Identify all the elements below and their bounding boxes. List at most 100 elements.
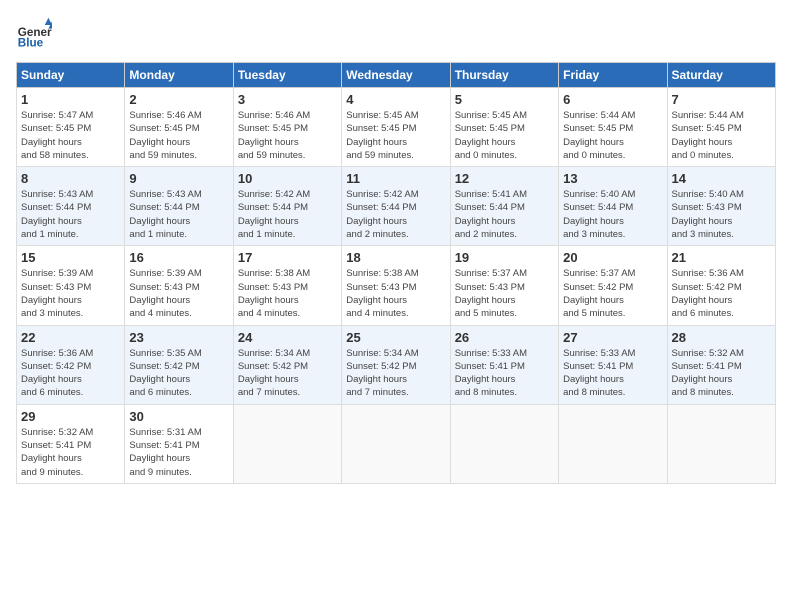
day-info: Sunrise: 5:37 AMSunset: 5:43 PMDaylight … [455, 267, 554, 320]
header-saturday: Saturday [667, 63, 775, 88]
calendar-week-row: 29 Sunrise: 5:32 AMSunset: 5:41 PMDayligh… [17, 404, 776, 483]
day-number: 27 [563, 330, 662, 345]
calendar-day-cell: 21 Sunrise: 5:36 AMSunset: 5:42 PMDayligh… [667, 246, 775, 325]
calendar-day-cell: 13 Sunrise: 5:40 AMSunset: 5:44 PMDayligh… [559, 167, 667, 246]
calendar-day-cell: 12 Sunrise: 5:41 AMSunset: 5:44 PMDayligh… [450, 167, 558, 246]
calendar-day-cell: 8 Sunrise: 5:43 AMSunset: 5:44 PMDaylight… [17, 167, 125, 246]
header-thursday: Thursday [450, 63, 558, 88]
calendar-day-cell: 23 Sunrise: 5:35 AMSunset: 5:42 PMDayligh… [125, 325, 233, 404]
calendar-day-cell: 19Sunrise: 5:37 AMSunset: 5:43 PMDayligh… [450, 246, 558, 325]
calendar-day-cell: 9 Sunrise: 5:43 AMSunset: 5:44 PMDaylight… [125, 167, 233, 246]
day-info: Sunrise: 5:44 AMSunset: 5:45 PMDaylight … [672, 109, 771, 162]
day-number: 25 [346, 330, 445, 345]
calendar-day-cell: 6Sunrise: 5:44 AMSunset: 5:45 PMDaylight… [559, 88, 667, 167]
calendar-day-cell: 26 Sunrise: 5:33 AMSunset: 5:41 PMDayligh… [450, 325, 558, 404]
day-info: Sunrise: 5:46 AMSunset: 5:45 PMDaylight … [238, 109, 337, 162]
day-number: 9 [129, 171, 228, 186]
day-info: Sunrise: 5:32 AMSunset: 5:41 PMDaylight … [21, 426, 120, 479]
day-info: Sunrise: 5:39 AMSunset: 5:43 PMDaylight … [129, 267, 228, 320]
day-info: Sunrise: 5:45 AMSunset: 5:45 PMDaylight … [346, 109, 445, 162]
calendar-day-cell: 29 Sunrise: 5:32 AMSunset: 5:41 PMDayligh… [17, 404, 125, 483]
day-info: Sunrise: 5:38 AMSunset: 5:43 PMDaylight … [238, 267, 337, 320]
page-header: General Blue [16, 16, 776, 52]
calendar-table: SundayMondayTuesdayWednesdayThursdayFrid… [16, 62, 776, 484]
day-info: Sunrise: 5:43 AMSunset: 5:44 PMDaylight … [21, 188, 120, 241]
day-info: Sunrise: 5:47 AMSunset: 5:45 PMDaylight … [21, 109, 120, 162]
day-info: Sunrise: 5:36 AMSunset: 5:42 PMDaylight … [672, 267, 771, 320]
calendar-empty-cell [667, 404, 775, 483]
day-number: 28 [672, 330, 771, 345]
day-info: Sunrise: 5:34 AMSunset: 5:42 PMDaylight … [238, 347, 337, 400]
calendar-empty-cell [559, 404, 667, 483]
header-friday: Friday [559, 63, 667, 88]
day-number: 4 [346, 92, 445, 107]
calendar-week-row: 8 Sunrise: 5:43 AMSunset: 5:44 PMDaylight… [17, 167, 776, 246]
header-monday: Monday [125, 63, 233, 88]
calendar-day-cell: 24 Sunrise: 5:34 AMSunset: 5:42 PMDayligh… [233, 325, 341, 404]
calendar-empty-cell [233, 404, 341, 483]
day-number: 17 [238, 250, 337, 265]
day-info: Sunrise: 5:41 AMSunset: 5:44 PMDaylight … [455, 188, 554, 241]
calendar-day-cell: 20Sunrise: 5:37 AMSunset: 5:42 PMDayligh… [559, 246, 667, 325]
day-number: 22 [21, 330, 120, 345]
day-number: 23 [129, 330, 228, 345]
day-number: 29 [21, 409, 120, 424]
day-number: 3 [238, 92, 337, 107]
header-wednesday: Wednesday [342, 63, 450, 88]
calendar-day-cell: 28 Sunrise: 5:32 AMSunset: 5:41 PMDayligh… [667, 325, 775, 404]
calendar-day-cell: 16Sunrise: 5:39 AMSunset: 5:43 PMDayligh… [125, 246, 233, 325]
day-info: Sunrise: 5:34 AMSunset: 5:42 PMDaylight … [346, 347, 445, 400]
day-info: Sunrise: 5:39 AMSunset: 5:43 PMDaylight … [21, 267, 120, 320]
day-number: 21 [672, 250, 771, 265]
logo-icon: General Blue [16, 16, 52, 52]
day-number: 24 [238, 330, 337, 345]
day-number: 30 [129, 409, 228, 424]
calendar-day-cell: 14 Sunrise: 5:40 AMSunset: 5:43 PMDayligh… [667, 167, 775, 246]
day-number: 12 [455, 171, 554, 186]
day-info: Sunrise: 5:43 AMSunset: 5:44 PMDaylight … [129, 188, 228, 241]
day-number: 18 [346, 250, 445, 265]
day-info: Sunrise: 5:38 AMSunset: 5:43 PMDaylight … [346, 267, 445, 320]
day-info: Sunrise: 5:36 AMSunset: 5:42 PMDaylight … [21, 347, 120, 400]
calendar-day-cell: 5Sunrise: 5:45 AMSunset: 5:45 PMDaylight… [450, 88, 558, 167]
logo: General Blue [16, 16, 56, 52]
day-number: 14 [672, 171, 771, 186]
calendar-day-cell: 22 Sunrise: 5:36 AMSunset: 5:42 PMDayligh… [17, 325, 125, 404]
calendar-empty-cell [450, 404, 558, 483]
day-info: Sunrise: 5:40 AMSunset: 5:43 PMDaylight … [672, 188, 771, 241]
calendar-day-cell: 10 Sunrise: 5:42 AMSunset: 5:44 PMDayligh… [233, 167, 341, 246]
day-info: Sunrise: 5:40 AMSunset: 5:44 PMDaylight … [563, 188, 662, 241]
day-number: 13 [563, 171, 662, 186]
day-number: 8 [21, 171, 120, 186]
calendar-header-row: SundayMondayTuesdayWednesdayThursdayFrid… [17, 63, 776, 88]
svg-text:Blue: Blue [18, 37, 44, 50]
calendar-week-row: 15Sunrise: 5:39 AMSunset: 5:43 PMDayligh… [17, 246, 776, 325]
header-sunday: Sunday [17, 63, 125, 88]
calendar-day-cell: 17 Sunrise: 5:38 AMSunset: 5:43 PMDayligh… [233, 246, 341, 325]
day-number: 10 [238, 171, 337, 186]
calendar-week-row: 22 Sunrise: 5:36 AMSunset: 5:42 PMDayligh… [17, 325, 776, 404]
day-info: Sunrise: 5:35 AMSunset: 5:42 PMDaylight … [129, 347, 228, 400]
calendar-empty-cell [342, 404, 450, 483]
calendar-day-cell: 15Sunrise: 5:39 AMSunset: 5:43 PMDayligh… [17, 246, 125, 325]
calendar-day-cell: 2 Sunrise: 5:46 AMSunset: 5:45 PMDaylight… [125, 88, 233, 167]
calendar-day-cell: 11 Sunrise: 5:42 AMSunset: 5:44 PMDayligh… [342, 167, 450, 246]
day-info: Sunrise: 5:45 AMSunset: 5:45 PMDaylight … [455, 109, 554, 162]
calendar-day-cell: 30Sunrise: 5:31 AMSunset: 5:41 PMDayligh… [125, 404, 233, 483]
calendar-day-cell: 18 Sunrise: 5:38 AMSunset: 5:43 PMDayligh… [342, 246, 450, 325]
day-info: Sunrise: 5:46 AMSunset: 5:45 PMDaylight … [129, 109, 228, 162]
day-info: Sunrise: 5:42 AMSunset: 5:44 PMDaylight … [238, 188, 337, 241]
calendar-day-cell: 3 Sunrise: 5:46 AMSunset: 5:45 PMDaylight… [233, 88, 341, 167]
day-number: 2 [129, 92, 228, 107]
day-info: Sunrise: 5:32 AMSunset: 5:41 PMDaylight … [672, 347, 771, 400]
day-number: 20 [563, 250, 662, 265]
calendar-day-cell: 4 Sunrise: 5:45 AMSunset: 5:45 PMDaylight… [342, 88, 450, 167]
day-number: 1 [21, 92, 120, 107]
day-number: 26 [455, 330, 554, 345]
day-number: 6 [563, 92, 662, 107]
day-info: Sunrise: 5:33 AMSunset: 5:41 PMDaylight … [455, 347, 554, 400]
day-info: Sunrise: 5:33 AMSunset: 5:41 PMDaylight … [563, 347, 662, 400]
day-info: Sunrise: 5:42 AMSunset: 5:44 PMDaylight … [346, 188, 445, 241]
day-number: 11 [346, 171, 445, 186]
calendar-day-cell: 1 Sunrise: 5:47 AMSunset: 5:45 PMDaylight… [17, 88, 125, 167]
